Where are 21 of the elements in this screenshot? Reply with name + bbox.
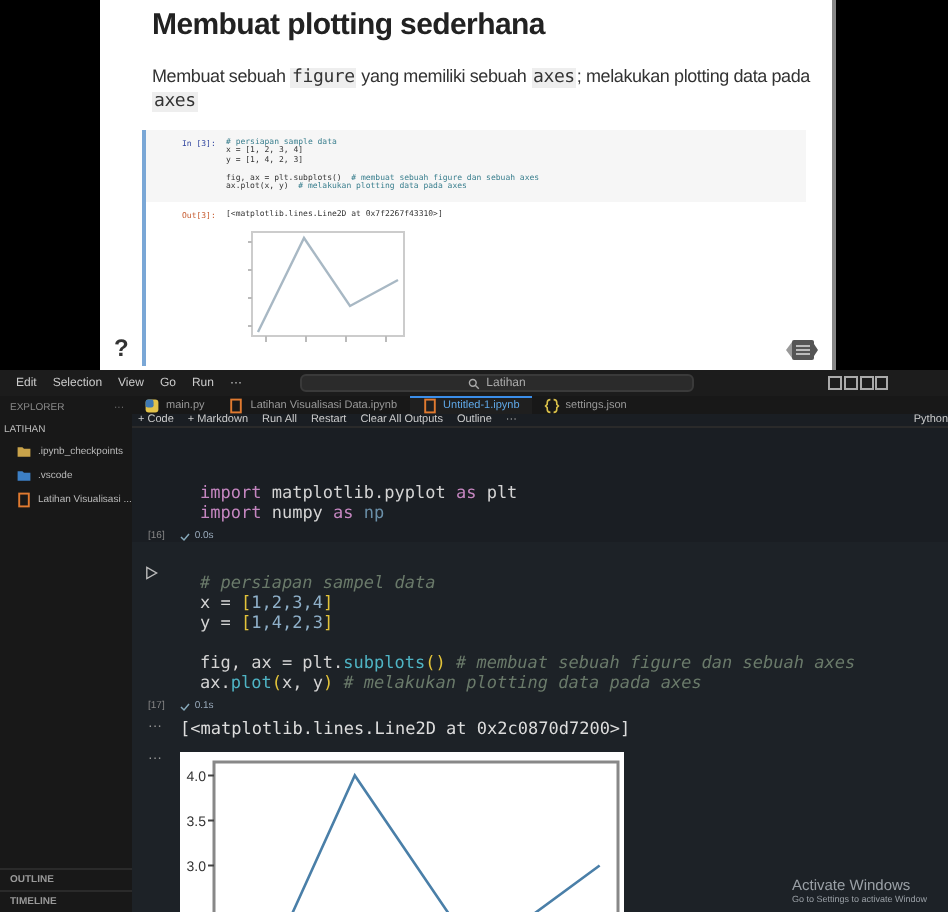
code-line: ax.plot(x, y) # melakukan plotting data pada axes [198, 674, 704, 694]
layout-icon[interactable] [828, 376, 888, 390]
check-icon [180, 701, 191, 711]
help-icon[interactable]: ? [114, 334, 129, 362]
run-icon [144, 566, 158, 580]
code-line: import numpy as np [198, 504, 387, 524]
notebook-file-icon [16, 492, 32, 508]
search-icon [468, 377, 481, 389]
notebook-file-icon [228, 398, 245, 414]
slide-paragraph: Membuat sebuah figure yang memiliki sebuah axes; melakukan plotting data pada axes [152, 66, 813, 114]
braces-icon [543, 398, 560, 414]
code-line: x = [1,2,3,4] [198, 594, 336, 614]
code-line: fig, ax = plt.subplots() # membuat sebuah figure dan sebuah axes [198, 654, 858, 674]
notebook-file-icon [421, 398, 438, 414]
output-text: [<matplotlib.lines.Line2D at 0x2c0870d7200>] [180, 720, 631, 740]
code-line: y = [1,4,2,3] [198, 614, 336, 634]
code-line: import matplotlib.pyplot as plt [198, 484, 520, 504]
slide-title: Membuat plotting sederhana [152, 8, 548, 42]
python-file-icon [144, 398, 160, 414]
code-line: # persiapan sampel data [198, 574, 438, 594]
check-icon [180, 531, 191, 541]
